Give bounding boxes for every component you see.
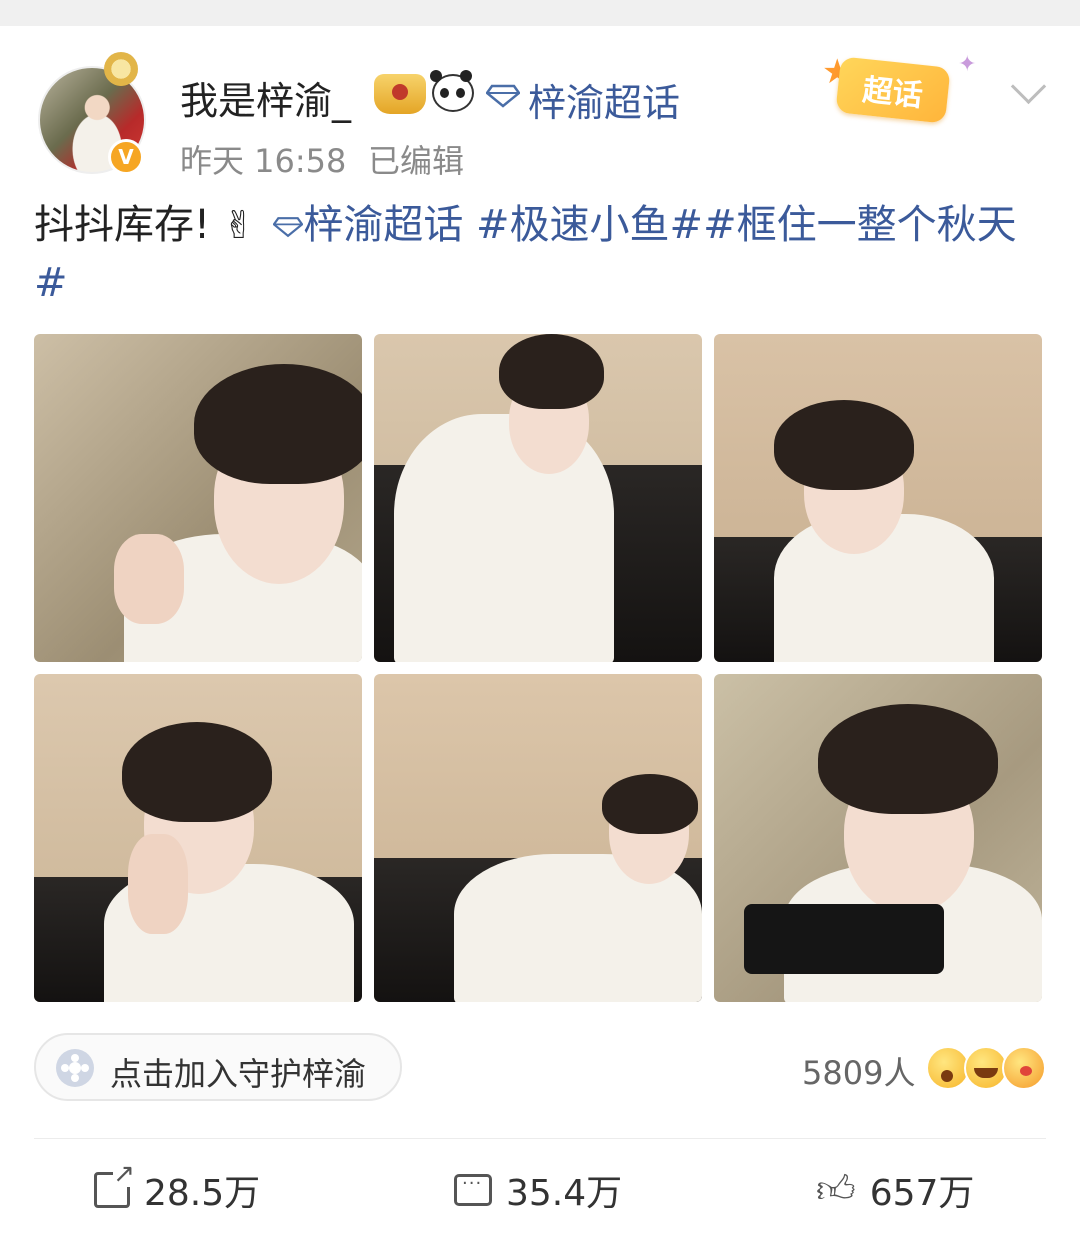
photo-1[interactable] — [34, 334, 362, 662]
like-button[interactable]: 👍︎ 657万 — [816, 1166, 974, 1214]
peace-hand-icon: ✌ — [222, 203, 255, 247]
username[interactable]: 我是梓渝_ — [180, 70, 351, 125]
photo-3[interactable] — [714, 334, 1042, 662]
avatar-pendant-icon — [104, 52, 138, 86]
topic-link[interactable]: 梓渝超话 — [528, 72, 680, 127]
thumbs-up-icon: 👍︎ — [816, 1167, 856, 1211]
share-button[interactable]: 28.5万 — [94, 1161, 261, 1214]
photo-5[interactable] — [374, 674, 702, 1002]
share-count: 28.5万 — [144, 1173, 261, 1214]
crown-badge-icon — [374, 74, 426, 114]
inline-topic-link[interactable]: 梓渝超话 — [303, 202, 463, 248]
sparkle-icon: ✦ — [958, 52, 977, 77]
like-count: 657万 — [869, 1173, 975, 1214]
edited-label: 已编辑 — [368, 142, 465, 180]
panda-icon — [430, 70, 474, 112]
guard-join-label: 点击加入守护梓渝 — [110, 1055, 367, 1093]
super-topic-badge[interactable]: 超话 — [835, 56, 951, 124]
diamond-icon — [272, 217, 304, 238]
photo-2[interactable] — [374, 334, 702, 662]
guard-join-button[interactable]: 点击加入守护梓渝 — [34, 1033, 402, 1101]
reaction-count: 5809人 — [802, 1054, 916, 1092]
photo-4[interactable] — [34, 674, 362, 1002]
share-icon — [94, 1161, 135, 1208]
divider — [34, 1138, 1046, 1139]
post-text: 抖抖库存! ✌ 梓渝超话 #极速小鱼##框住一整个秋天# — [34, 196, 1044, 312]
comment-count: 35.4万 — [506, 1173, 623, 1214]
comment-button[interactable]: 35.4万 — [454, 1166, 622, 1214]
photo-6[interactable] — [714, 674, 1042, 1002]
post-text-body: 抖抖库存! — [34, 202, 211, 248]
flower-icon — [56, 1049, 94, 1087]
comment-icon — [454, 1173, 492, 1206]
verified-badge-icon: V — [108, 139, 144, 175]
kiss-emoji-icon — [1002, 1046, 1046, 1090]
diamond-icon — [486, 84, 520, 108]
post-time: 昨天 16:58 — [180, 142, 347, 180]
top-strip — [0, 0, 1080, 26]
